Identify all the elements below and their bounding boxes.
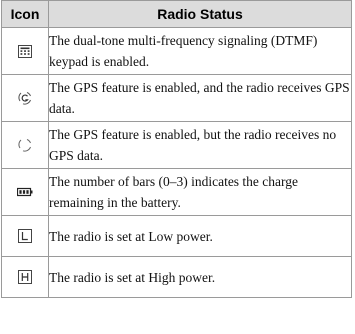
battery-icon [17,188,33,197]
icon-cell [1,168,49,216]
table-row: The dual-tone multi-frequency signaling … [1,27,352,75]
table-row: The radio is set at High power. [1,256,352,298]
icon-cell [1,215,49,257]
table-row: The GPS feature is enabled, but the radi… [1,121,352,169]
status-description: The GPS feature is enabled, and the radi… [48,74,352,122]
icon-column-header: Icon [1,0,49,28]
icon-cell [1,256,49,298]
gps-data-icon [18,92,31,105]
keypad-icon [18,44,32,58]
low-power-icon [18,229,32,244]
table-header-row: Icon Radio Status [1,0,352,28]
status-column-header: Radio Status [48,0,352,28]
icon-cell [1,74,49,122]
icon-cell [1,27,49,75]
icon-cell [1,121,49,169]
table-row: The GPS feature is enabled, and the radi… [1,74,352,122]
gps-no-data-icon [18,139,31,152]
status-description: The radio is set at Low power. [48,215,352,257]
table-row: The number of bars (0–3) indicates the c… [1,168,352,216]
status-description: The radio is set at High power. [48,256,352,298]
status-description: The dual-tone multi-frequency signaling … [48,27,352,75]
status-description: The GPS feature is enabled, but the radi… [48,121,352,169]
status-description: The number of bars (0–3) indicates the c… [48,168,352,216]
table-row: The radio is set at Low power. [1,215,352,257]
radio-status-table: Icon Radio Status The dual-tone multi-fr… [1,0,352,298]
high-power-icon [18,270,32,285]
